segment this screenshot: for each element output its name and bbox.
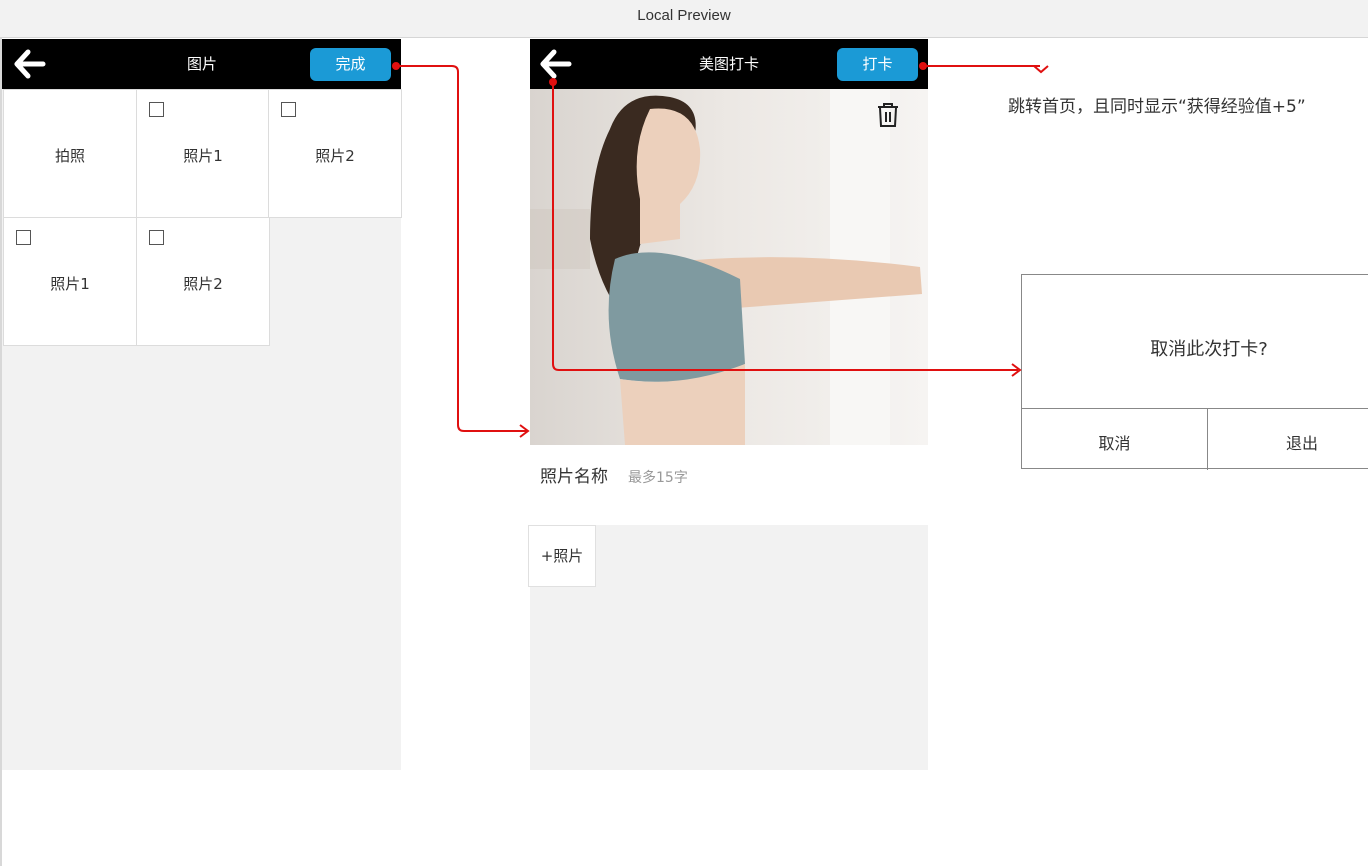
window-title: Local Preview	[0, 0, 1368, 38]
trash-icon[interactable]	[876, 102, 900, 128]
dialog-exit-button[interactable]: 退出	[1208, 430, 1368, 454]
cancel-checkin-dialog: 取消此次打卡? 取消 退出	[1021, 274, 1368, 470]
photo-tile[interactable]: 照片1	[136, 89, 270, 218]
picker-title: 图片	[186, 55, 217, 73]
checkin-title: 美图打卡	[698, 55, 759, 73]
checkin-submit-button[interactable]: 打卡	[837, 48, 918, 81]
photo-image	[530, 89, 928, 445]
selected-photo	[530, 89, 928, 445]
submit-annotation: 跳转首页，且同时显示“获得经验值+5”	[1008, 97, 1306, 117]
done-button[interactable]: 完成	[310, 48, 391, 81]
photo-tile-label: 照片2	[183, 275, 223, 293]
checkbox-icon[interactable]	[149, 230, 164, 245]
checkin-nav-bar: 美图打卡 打卡	[530, 39, 928, 89]
take-photo-tile[interactable]: 拍照	[3, 89, 137, 218]
photo-tile-label: 照片1	[50, 275, 90, 293]
checkin-screen: 美图打卡 打卡 照片名称 最多15字 +照片	[528, 39, 928, 770]
photo-tile[interactable]: 照片1	[3, 217, 137, 346]
picker-nav-bar: 图片 完成	[2, 39, 401, 89]
take-photo-label: 拍照	[54, 147, 85, 165]
photo-tile-label: 照片2	[315, 147, 355, 165]
photo-tile[interactable]: 照片2	[136, 217, 270, 346]
checkbox-icon[interactable]	[16, 230, 31, 245]
back-arrow-icon[interactable]	[540, 49, 572, 79]
dialog-message: 取消此次打卡?	[1150, 339, 1268, 360]
dialog-cancel-button[interactable]: 取消	[1022, 430, 1207, 454]
photo-name-input[interactable]: 最多15字	[628, 467, 688, 487]
back-arrow-icon[interactable]	[14, 49, 46, 79]
dialog-divider	[1022, 408, 1368, 409]
add-photo-button[interactable]: +照片	[528, 525, 596, 587]
checkbox-icon[interactable]	[149, 102, 164, 117]
checkbox-icon[interactable]	[281, 102, 296, 117]
photo-picker-screen: 图片 完成 拍照 照片1 照片2 照片1 照片2	[2, 39, 402, 770]
photo-tile[interactable]: 照片2	[268, 89, 402, 218]
photo-tile-label: 照片1	[183, 147, 223, 165]
photo-name-label: 照片名称	[540, 467, 608, 487]
